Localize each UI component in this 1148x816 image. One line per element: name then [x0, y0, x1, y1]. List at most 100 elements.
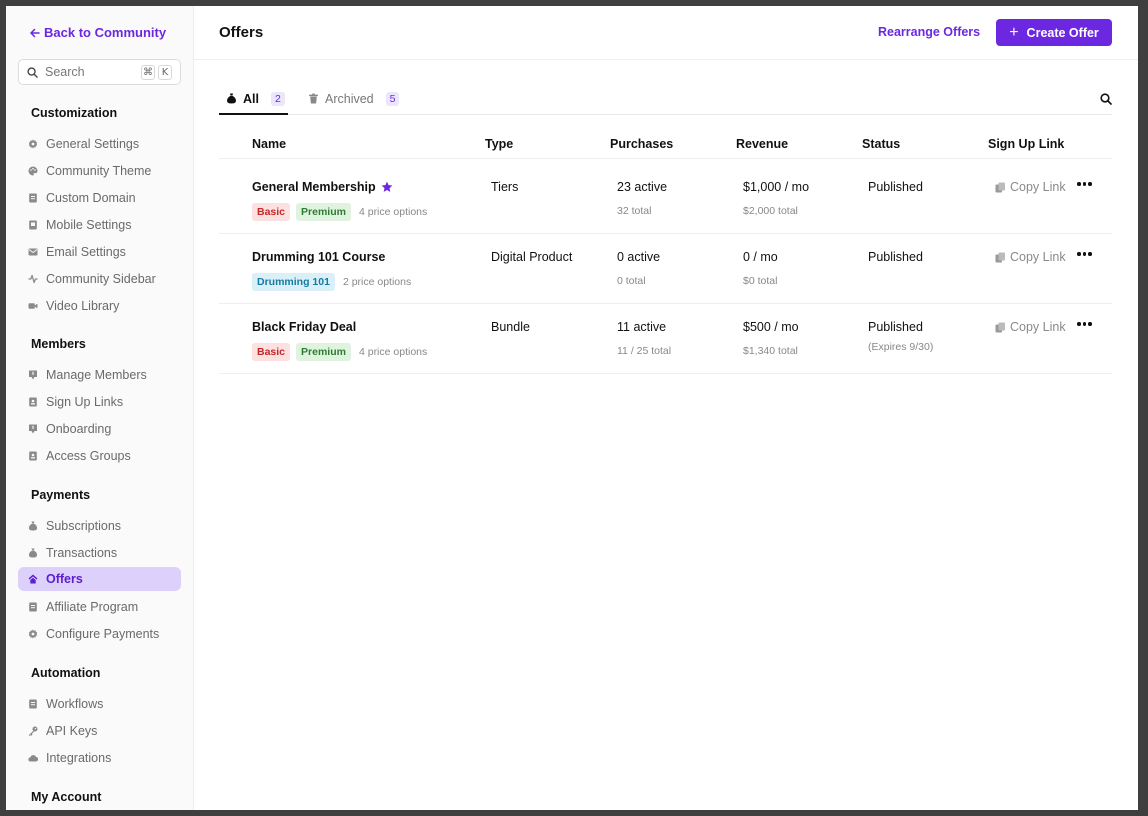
back-to-community-link[interactable]: Back to Community — [30, 25, 166, 40]
purchases-active: 0 active — [617, 250, 661, 264]
sidebar-item-offers[interactable]: Offers — [18, 567, 181, 591]
onboarding-icon — [28, 424, 38, 434]
sidebar-item-general-settings[interactable]: General Settings — [18, 132, 181, 156]
table-header: Name Type Purchases Revenue Status Sign … — [219, 137, 1112, 159]
section-title-payments: Payments — [31, 488, 91, 502]
tab-archived-label: Archived — [325, 92, 374, 106]
sidebar-item-label: Onboarding — [46, 422, 112, 436]
arrow-left-icon — [30, 28, 40, 37]
sidebar-item-label: Offers — [46, 572, 83, 586]
sidebar-item-video-library[interactable]: Video Library — [18, 294, 181, 318]
section-title-automation: Automation — [31, 666, 101, 680]
section-title-members: Members — [31, 337, 86, 351]
k-key: K — [158, 64, 172, 80]
sidebar-item-subscriptions[interactable]: Subscriptions — [18, 514, 181, 538]
revenue-monthly: $1,000 / mo — [743, 180, 810, 194]
revenue-monthly: $500 / mo — [743, 320, 799, 334]
table-row[interactable]: Black Friday Deal Basic Premium 4 price … — [219, 304, 1112, 374]
status-text: Published — [868, 180, 923, 194]
table-row[interactable]: General Membership Basic Premium 4 price… — [219, 164, 1112, 234]
sidebar-item-label: General Settings — [46, 137, 140, 151]
sidebar-item-label: Custom Domain — [46, 191, 136, 205]
purchases-active: 11 active — [617, 320, 667, 334]
table-row[interactable]: Drumming 101 Course Drumming 101 2 price… — [219, 234, 1112, 304]
column-sign-up-link: Sign Up Link — [988, 137, 1065, 151]
status-expiry-note: (Expires 9/30) — [868, 341, 934, 353]
offer-badges: Basic Premium 4 price options — [252, 203, 427, 221]
sidebar-search-input[interactable] — [45, 65, 125, 79]
sidebar-item-label: Sign Up Links — [46, 395, 124, 409]
money-bag-icon — [28, 548, 38, 558]
offer-type: Tiers — [491, 180, 519, 194]
sidebar-item-label: API Keys — [46, 724, 98, 738]
offer-name: Drumming 101 Course — [252, 250, 385, 264]
copy-icon — [995, 182, 1005, 192]
sidebar-item-configure-payments[interactable]: Configure Payments — [18, 622, 181, 646]
sidebar-item-community-sidebar[interactable]: Community Sidebar — [18, 267, 181, 291]
status-text: Published — [868, 250, 923, 264]
offer-badges: Drumming 101 2 price options — [252, 273, 411, 291]
offer-type: Bundle — [491, 320, 530, 334]
more-options-button[interactable] — [1077, 182, 1092, 186]
sidebar-item-label: Access Groups — [46, 449, 131, 463]
copy-link-button[interactable]: Copy Link — [995, 180, 1066, 194]
sidebar-item-workflows[interactable]: Workflows — [18, 692, 181, 716]
section-title-customization: Customization — [31, 106, 118, 120]
tab-all[interactable]: All 2 — [219, 88, 288, 115]
app-window: Back to Community ⌘ K Customization Gene… — [6, 6, 1138, 810]
sidebar-item-integrations[interactable]: Integrations — [18, 746, 181, 770]
sidebar-item-api-keys[interactable]: API Keys — [18, 719, 181, 743]
sidebar-item-sign-up-links[interactable]: Sign Up Links — [18, 390, 181, 414]
copy-icon — [995, 322, 1005, 332]
top-bar: Offers Rearrange Offers + Create Offer — [194, 6, 1138, 60]
sidebar-item-label: Email Settings — [46, 245, 126, 259]
sidebar-search[interactable]: ⌘ K — [18, 59, 181, 85]
revenue-total: $0 total — [743, 275, 778, 287]
palette-icon — [28, 166, 38, 176]
sidebar: Back to Community ⌘ K Customization Gene… — [6, 6, 194, 810]
create-offer-button[interactable]: + Create Offer — [996, 19, 1112, 46]
rearrange-offers-button[interactable]: Rearrange Offers — [878, 25, 980, 39]
sidebar-item-label: Community Sidebar — [46, 272, 156, 286]
member-alert-icon — [28, 370, 38, 380]
copy-link-button[interactable]: Copy Link — [995, 250, 1066, 264]
sidebar-item-access-groups[interactable]: Access Groups — [18, 444, 181, 468]
column-purchases: Purchases — [610, 137, 674, 151]
sidebar-item-transactions[interactable]: Transactions — [18, 541, 181, 565]
price-options: 2 price options — [342, 276, 412, 288]
tab-archived[interactable]: Archived 5 — [308, 88, 400, 115]
offer-name: Black Friday Deal — [252, 320, 356, 334]
purchases-active: 23 active — [617, 180, 668, 194]
section-title-my-account: My Account — [31, 790, 102, 804]
offer-name-text: Black Friday Deal — [252, 320, 357, 334]
tier-badge-premium: Premium — [296, 203, 351, 221]
sidebar-item-community-theme[interactable]: Community Theme — [18, 159, 181, 183]
star-icon — [381, 181, 393, 192]
product-badge: Drumming 101 — [252, 273, 335, 291]
trash-icon — [309, 93, 318, 104]
more-options-button[interactable] — [1077, 252, 1092, 256]
activity-icon — [28, 274, 38, 284]
sidebar-item-email-settings[interactable]: Email Settings — [18, 240, 181, 264]
status-text: Published — [868, 320, 923, 334]
purchases-total: 0 total — [617, 275, 646, 287]
copy-link-button[interactable]: Copy Link — [995, 320, 1066, 334]
sidebar-item-label: Video Library — [46, 299, 120, 313]
more-options-button[interactable] — [1077, 322, 1092, 326]
group-card-icon — [28, 451, 38, 461]
sidebar-item-affiliate-program[interactable]: Affiliate Program — [18, 595, 181, 619]
search-icon — [27, 66, 38, 78]
tier-badge-premium: Premium — [296, 343, 351, 361]
sidebar-item-label: Mobile Settings — [46, 218, 132, 232]
offer-name-text: Drumming 101 Course — [252, 250, 386, 264]
money-bag-icon — [227, 93, 236, 104]
create-offer-label: Create Offer — [1026, 25, 1099, 40]
copy-icon — [995, 252, 1005, 262]
sidebar-item-custom-domain[interactable]: Custom Domain — [18, 186, 181, 210]
tier-badge-basic: Basic — [252, 203, 291, 221]
sidebar-item-mobile-settings[interactable]: Mobile Settings — [18, 213, 181, 237]
search-icon[interactable] — [1100, 93, 1112, 105]
key-icon — [28, 726, 38, 736]
sidebar-item-manage-members[interactable]: Manage Members — [18, 363, 181, 387]
sidebar-item-onboarding[interactable]: Onboarding — [18, 417, 181, 441]
